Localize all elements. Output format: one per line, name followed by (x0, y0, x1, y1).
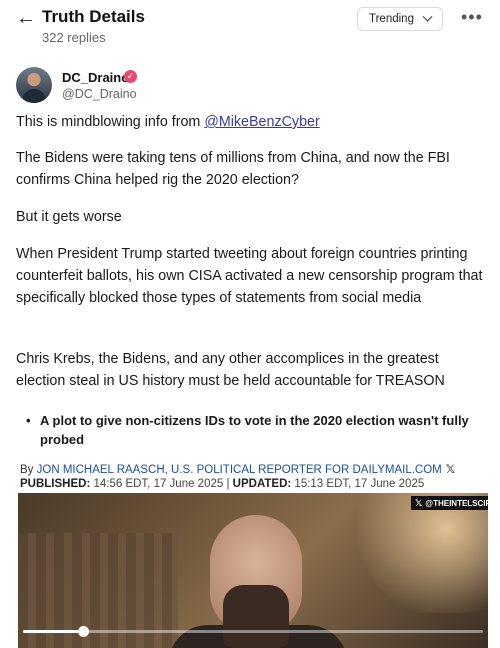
video-progress-fill (23, 630, 83, 633)
sort-dropdown-label: Trending (369, 13, 414, 25)
avatar[interactable] (16, 67, 52, 103)
post-paragraph: The Bidens were taking tens of millions … (16, 150, 450, 188)
video-scrubber-handle[interactable] (77, 626, 89, 637)
mention-link[interactable]: @MikeBenzCyber (204, 114, 319, 130)
article-dates: PUBLISHED: 14:56 EDT, 17 June 2025 | UPD… (20, 478, 425, 490)
x-logo-icon: 𝕏 (415, 498, 423, 508)
byline-author: JON MICHAEL RAASCH, U.S. POLITICAL REPOR… (36, 464, 442, 476)
reply-count: 322 replies (42, 30, 106, 45)
verified-badge-icon: ✓ (124, 70, 137, 83)
header: ← Truth Details 322 replies Trending ••• (0, 0, 500, 56)
post-text: This is mindblowing info from (16, 114, 205, 130)
page-title: Truth Details (42, 7, 145, 26)
video-player[interactable]: 𝕏 @THEINTELSCIF (18, 493, 488, 648)
video-watermark: 𝕏 @THEINTELSCIF (411, 496, 488, 510)
article-byline: By JON MICHAEL RAASCH, U.S. POLITICAL RE… (20, 464, 456, 476)
back-arrow-icon[interactable]: ← (16, 6, 36, 30)
embedded-article-image[interactable]: A plot to give non-citizens IDs to vote … (18, 405, 488, 648)
author-name[interactable]: DC_Draino (62, 70, 129, 85)
author-handle[interactable]: @DC_Draino (62, 87, 137, 101)
more-options-icon[interactable]: ••• (461, 8, 483, 26)
post-paragraph: This is mindblowing info from @MikeBenzC… (16, 111, 486, 133)
chevron-down-icon (422, 11, 433, 22)
x-logo-icon: 𝕏 (445, 464, 456, 476)
post-paragraph: When President Trump started tweeting ab… (16, 246, 483, 306)
video-progress-bar[interactable] (23, 626, 483, 637)
post-paragraph: But it gets worse (16, 209, 122, 225)
article-bullet: A plot to give non-citizens IDs to vote … (26, 411, 476, 449)
sort-dropdown[interactable]: Trending (357, 7, 443, 31)
post-paragraph: Chris Krebs, the Bidens, and any other a… (16, 351, 445, 389)
